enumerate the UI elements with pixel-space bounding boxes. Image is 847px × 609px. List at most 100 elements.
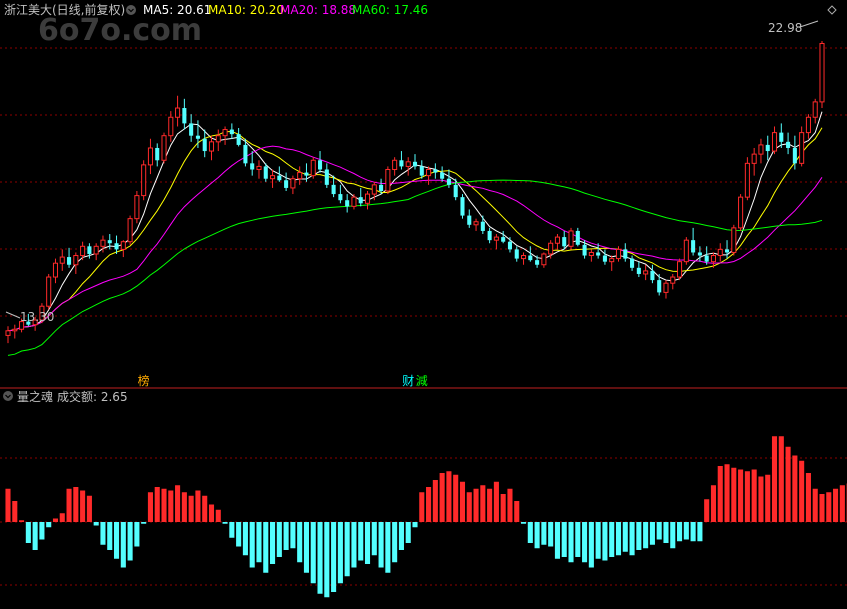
volume-bar [731,467,737,522]
volume-bar [826,492,832,522]
volume-bar [663,522,669,543]
candle [460,194,465,219]
candle [575,227,580,247]
candle [215,129,221,152]
candle [310,157,316,179]
event-markers: 榜 财減 [138,373,428,388]
volume-bar [283,522,289,550]
volume-bar [697,522,703,542]
volume-bar [66,488,72,522]
candle [683,237,689,265]
volume-bar [107,522,113,550]
volume-bar [147,492,153,522]
candle [691,227,696,256]
volume-bar [487,488,493,522]
candle [277,166,282,182]
volume-bar [738,469,744,522]
candle [189,114,194,142]
candle [636,261,641,278]
candle [487,227,492,244]
volume-bar [405,522,411,543]
volume-bar [649,522,655,545]
ma20-label: MA20: 18.88 [280,3,356,17]
candle [385,166,391,195]
candle [419,160,424,179]
volume-bar [113,522,120,559]
candle [202,129,207,158]
event-marker: 财 [402,374,414,388]
candle [724,240,730,259]
volume-bar [629,522,635,556]
candle [175,95,181,127]
volume-bar [785,446,791,522]
volume-bar [744,471,750,522]
volume-bar [175,485,181,522]
candle [582,240,587,259]
candle [602,249,607,265]
candle [554,234,560,250]
candle [738,194,744,231]
volume-bar [202,495,208,522]
candlestick-series [5,41,825,344]
volume-bar [344,522,350,577]
volume-bar [514,501,520,522]
candle [562,230,567,250]
volume-bar [588,522,594,568]
volume-bar [534,522,540,549]
volume-bar [439,473,445,522]
ma60-label: MA60: 17.46 [352,3,428,17]
candle [155,143,160,167]
candle [236,128,241,147]
candle [358,187,363,207]
low-price-label: 13.30 [20,310,54,324]
volume-bar [290,522,296,549]
volume-bar [5,488,11,522]
volume-bar [168,490,174,522]
volume-bar [548,522,554,547]
candle [812,98,818,124]
volume-bar [392,522,398,563]
volume-bar [378,522,384,568]
candle [147,138,153,175]
circle-chevron-icon-volume[interactable] [3,391,13,401]
volume-bar [215,509,221,522]
diamond-icon[interactable] [827,5,837,15]
volume-bar [310,522,316,584]
watermark: 6o7o.com [38,13,202,48]
volume-bar [500,494,506,522]
candle [568,227,574,250]
volume-bar [446,471,452,522]
chart-canvas[interactable]: 6o7o.com 浙江美大(日线,前复权) MA5: 20.61 MA10: 2… [0,0,847,609]
volume-bar [582,522,588,563]
volume-bar [520,522,527,524]
volume-bar [765,474,771,522]
event-marker: 榜 [138,373,150,388]
circle-chevron-icon[interactable] [126,5,136,15]
candle [623,243,628,262]
volume-bar [39,522,45,540]
volume-bar [32,522,38,550]
volume-bar [758,476,764,522]
candle [12,324,18,339]
volume-bar [527,522,533,543]
volume-bar [100,522,106,545]
volume-bar [195,490,201,522]
ma10-label: MA10: 20.20 [208,3,284,17]
volume-bar [561,522,567,557]
volume-bar [331,522,337,592]
candle [744,157,750,201]
volume-bar [656,522,662,540]
event-marker: 減 [416,373,428,388]
candle [59,249,65,271]
candle [290,175,296,195]
volume-bar [778,436,784,522]
volume-bar [643,522,649,549]
volume-bar [256,522,262,563]
volume-bar [473,488,479,522]
candle [250,151,255,176]
candle [46,273,52,310]
candle [134,191,140,224]
volume-bar [229,522,235,538]
volume-bar [297,522,303,563]
candle [364,191,371,210]
